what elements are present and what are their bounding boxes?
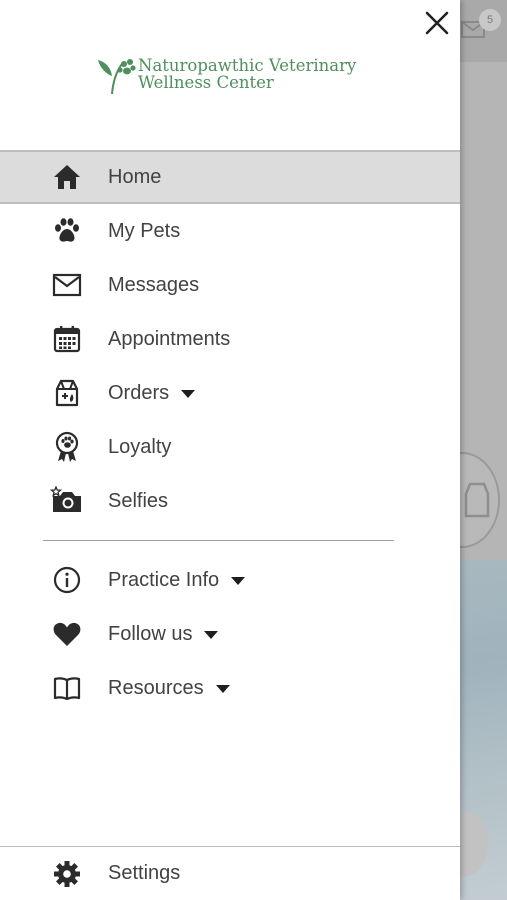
logo-line-2: Wellness Center (138, 73, 274, 92)
menu-item-loyalty[interactable]: Loyalty (0, 420, 460, 474)
background-app: 5 (460, 0, 507, 900)
home-icon (50, 160, 84, 194)
heart-icon (50, 617, 84, 651)
menu-item-label: Practice Info (108, 568, 246, 592)
menu-item-settings[interactable]: Settings (0, 847, 460, 900)
menu-item-label: Home (108, 165, 162, 188)
menu-item-follow-us[interactable]: Follow us (0, 607, 460, 661)
menu-item-messages[interactable]: Messages (0, 258, 460, 312)
menu-item-label: My Pets (108, 219, 181, 242)
menu-item-label: Selfies (108, 489, 169, 512)
practice-info-label-text: Practice Info (108, 568, 220, 591)
menu-item-label: Resources (108, 677, 230, 700)
background-message-badge: 5 (479, 9, 501, 31)
logo-text: Naturopawthic Veterinary Wellness Center (138, 57, 356, 91)
menu-item-resources[interactable]: Resources (0, 661, 460, 715)
menu-item-orders[interactable]: Orders (0, 366, 460, 420)
menu-item-appointments[interactable]: Appointments (0, 312, 460, 366)
menu-item-label: Messages (108, 273, 200, 296)
food-bag-icon (50, 376, 84, 410)
menu-divider (43, 540, 394, 541)
logo-line-1: Naturopawthic Veterinary (138, 56, 357, 75)
close-button[interactable] (420, 6, 454, 40)
menu-item-my-pets[interactable]: My Pets (0, 204, 460, 258)
navigation-drawer: Naturopawthic Veterinary Wellness Center… (0, 0, 460, 900)
secondary-menu: Practice Info Follow us Resources (0, 553, 460, 715)
main-menu: Home My Pets Messages Appointments Order… (0, 150, 460, 528)
close-icon (425, 11, 449, 35)
paw-icon (50, 214, 84, 248)
award-ribbon-icon (50, 430, 84, 464)
gear-icon (50, 857, 84, 891)
background-orders-shortcut (460, 452, 500, 548)
orders-label-text: Orders (108, 381, 170, 404)
leaf-paw-logo-icon (98, 59, 136, 95)
follow-us-label-text: Follow us (108, 622, 193, 645)
book-icon (50, 671, 84, 705)
envelope-icon (50, 268, 84, 302)
resources-label-text: Resources (108, 676, 204, 699)
chevron-down-icon (215, 685, 230, 693)
menu-item-label: Orders (108, 381, 196, 405)
menu-item-label: Follow us (108, 622, 219, 646)
chevron-down-icon (231, 577, 246, 585)
menu-item-label: Loyalty (108, 435, 172, 458)
chevron-down-icon (204, 631, 219, 639)
camera-icon (50, 484, 84, 518)
practice-logo: Naturopawthic Veterinary Wellness Center (96, 54, 376, 96)
chevron-down-icon (181, 390, 196, 398)
menu-item-label: Settings (108, 862, 181, 884)
calendar-icon (50, 322, 84, 356)
menu-item-label: Appointments (108, 327, 231, 350)
info-icon (50, 563, 84, 597)
menu-item-selfies[interactable]: Selfies (0, 474, 460, 528)
menu-item-practice-info[interactable]: Practice Info (0, 553, 460, 607)
menu-item-home[interactable]: Home (0, 150, 460, 204)
